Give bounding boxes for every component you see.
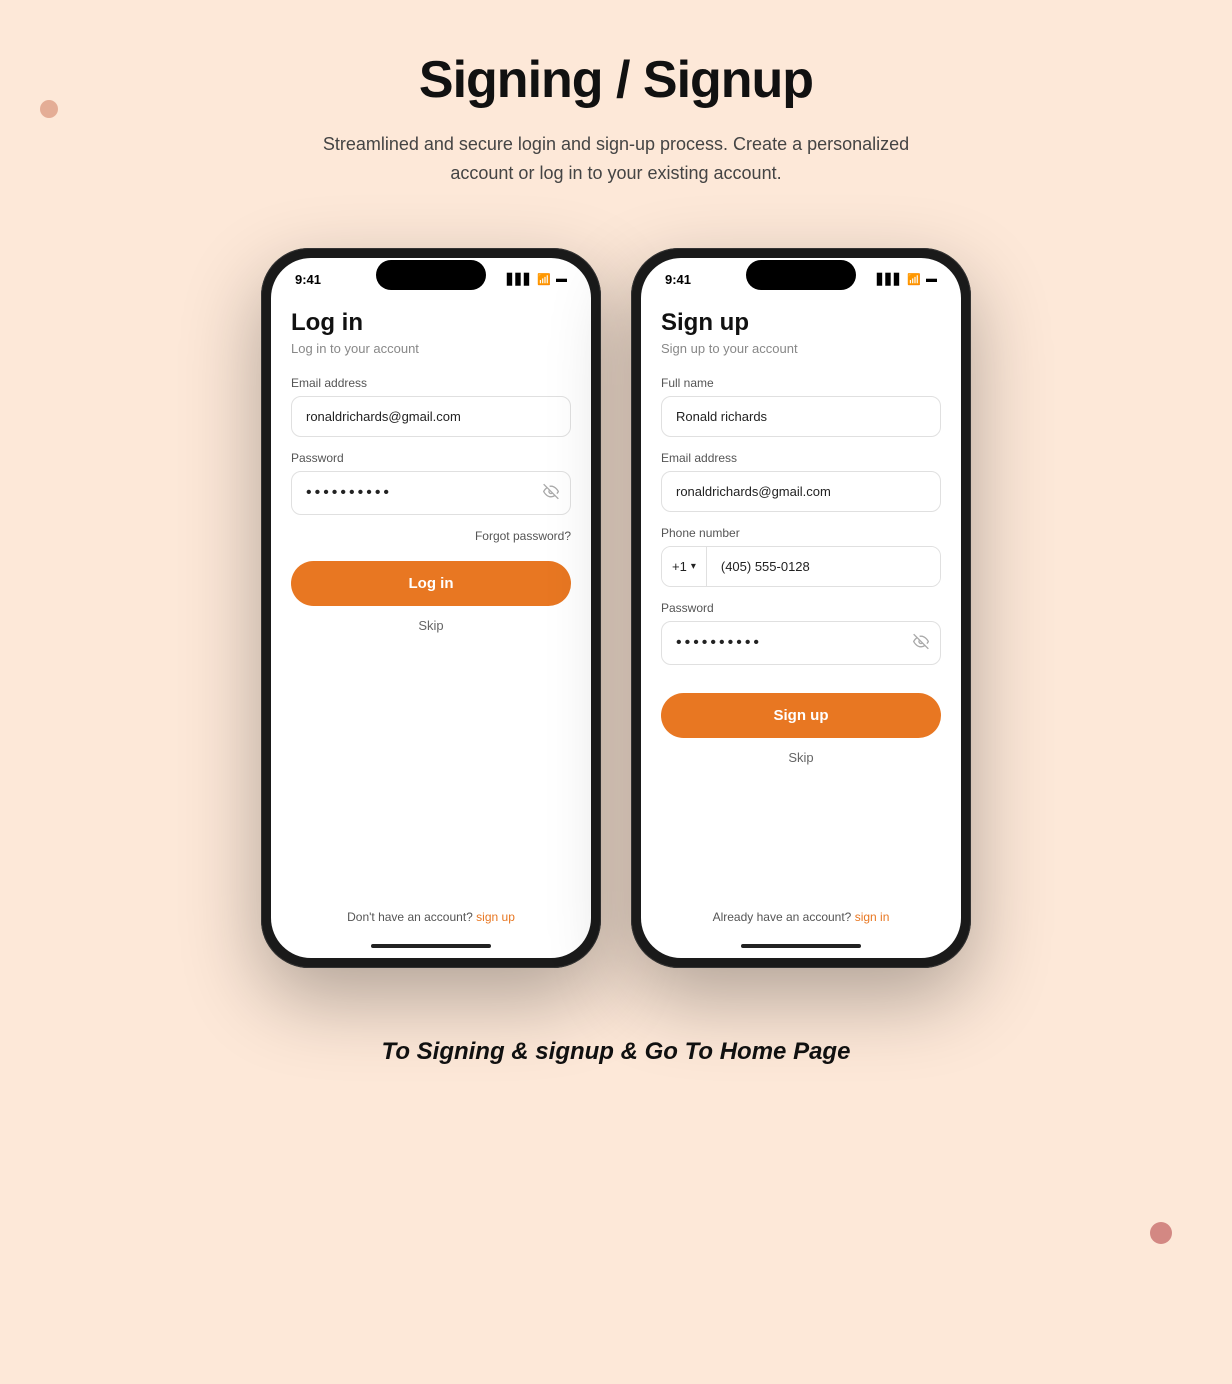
- signup-footer-text: Already have an account?: [713, 910, 852, 924]
- phone-field-row: +1 ▾ (405) 555-0128: [661, 546, 941, 587]
- password-toggle-icon[interactable]: [543, 483, 559, 502]
- signup-email-input[interactable]: ronaldrichards@gmail.com: [661, 471, 941, 512]
- signup-status-icons: ▋▋▋ 📶 ▬: [877, 273, 937, 286]
- signup-subtitle: Sign up to your account: [661, 341, 941, 356]
- signup-phone-screen: 9:41 ▋▋▋ 📶 ▬ Sign up Sign up to your acc…: [641, 258, 961, 958]
- login-subtitle: Log in to your account: [291, 341, 571, 356]
- signup-signin-link[interactable]: sign in: [855, 910, 890, 924]
- signup-screen-content: Sign up Sign up to your account Full nam…: [641, 293, 961, 898]
- signup-title: Sign up: [661, 309, 941, 337]
- bottom-caption: To Signing & signup & Go To Home Page: [382, 1038, 851, 1066]
- dynamic-island-login: [376, 260, 486, 290]
- login-status-time: 9:41: [295, 272, 321, 287]
- battery-icon: ▬: [556, 273, 567, 285]
- chevron-down-icon: ▾: [691, 561, 696, 572]
- page-title: Signing / Signup: [419, 50, 813, 110]
- wifi-icon: 📶: [537, 273, 551, 286]
- login-screen-content: Log in Log in to your account Email addr…: [271, 293, 591, 898]
- phone-label: Phone number: [661, 526, 941, 540]
- signup-password-toggle-icon[interactable]: [913, 633, 929, 652]
- signup-footer: Already have an account? sign in: [641, 898, 961, 944]
- fullname-label: Full name: [661, 376, 941, 390]
- wifi-icon-2: 📶: [907, 273, 921, 286]
- signup-home-bar: [741, 944, 861, 948]
- forgot-password-link[interactable]: Forgot password?: [291, 529, 571, 543]
- login-footer-text: Don't have an account?: [347, 910, 473, 924]
- login-phone-frame: 9:41 ▋▋▋ 📶 ▬ Log in Log in to your accou…: [261, 248, 601, 968]
- dynamic-island-signup: [746, 260, 856, 290]
- login-phone-screen: 9:41 ▋▋▋ 📶 ▬ Log in Log in to your accou…: [271, 258, 591, 958]
- login-status-icons: ▋▋▋ 📶 ▬: [507, 273, 567, 286]
- phone-number-input[interactable]: (405) 555-0128: [707, 547, 940, 586]
- signup-phone-frame: 9:41 ▋▋▋ 📶 ▬ Sign up Sign up to your acc…: [631, 248, 971, 968]
- country-code-selector[interactable]: +1 ▾: [662, 547, 707, 586]
- signup-password-input[interactable]: ••••••••••: [661, 621, 941, 665]
- login-email-input[interactable]: ronaldrichards@gmail.com: [291, 396, 571, 437]
- page-subtitle: Streamlined and secure login and sign-up…: [316, 130, 916, 188]
- signal-icon-2: ▋▋▋: [877, 273, 902, 286]
- login-title: Log in: [291, 309, 571, 337]
- signup-email-label: Email address: [661, 451, 941, 465]
- login-button[interactable]: Log in: [291, 561, 571, 606]
- signup-password-label: Password: [661, 601, 941, 615]
- decoration-circle-bottom-right: [1150, 1222, 1172, 1244]
- battery-icon-2: ▬: [926, 273, 937, 285]
- phones-container: 9:41 ▋▋▋ 📶 ▬ Log in Log in to your accou…: [261, 248, 971, 968]
- login-password-field: ••••••••••: [291, 471, 571, 515]
- signal-icon: ▋▋▋: [507, 273, 532, 286]
- login-signup-link[interactable]: sign up: [476, 910, 515, 924]
- login-home-bar: [371, 944, 491, 948]
- login-skip[interactable]: Skip: [291, 618, 571, 633]
- fullname-input[interactable]: Ronald richards: [661, 396, 941, 437]
- login-password-label: Password: [291, 451, 571, 465]
- login-email-label: Email address: [291, 376, 571, 390]
- signup-status-time: 9:41: [665, 272, 691, 287]
- decoration-circle-top-left: [40, 100, 58, 118]
- login-password-input[interactable]: ••••••••••: [291, 471, 571, 515]
- signup-button[interactable]: Sign up: [661, 693, 941, 738]
- signup-password-field: ••••••••••: [661, 621, 941, 665]
- signup-skip[interactable]: Skip: [661, 750, 941, 765]
- login-footer: Don't have an account? sign up: [271, 898, 591, 944]
